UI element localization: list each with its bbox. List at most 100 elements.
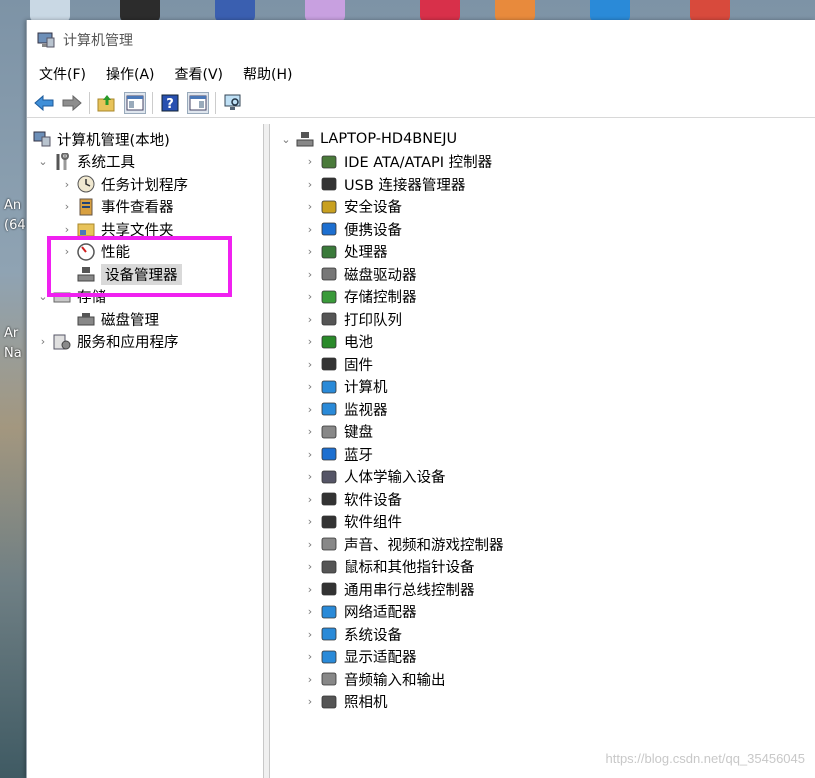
desktop-taskbar-icon[interactable] bbox=[495, 0, 535, 22]
device-category-row[interactable]: › 磁盘驱动器 bbox=[270, 263, 815, 286]
chevron-right-icon[interactable]: › bbox=[304, 335, 316, 348]
tree-item-event-viewer[interactable]: › 事件查看器 bbox=[27, 196, 263, 219]
desktop-icon-label[interactable]: Na bbox=[4, 346, 22, 361]
tree-item-storage[interactable]: ⌄ 存储 bbox=[27, 286, 263, 309]
chevron-right-icon[interactable]: › bbox=[61, 200, 73, 213]
chevron-right-icon[interactable]: › bbox=[304, 605, 316, 618]
chevron-right-icon[interactable]: › bbox=[304, 223, 316, 236]
chevron-right-icon[interactable]: › bbox=[304, 493, 316, 506]
chevron-right-icon[interactable]: › bbox=[304, 448, 316, 461]
device-category-row[interactable]: › USB 连接器管理器 bbox=[270, 173, 815, 196]
device-category-row[interactable]: › 键盘 bbox=[270, 421, 815, 444]
device-category-row[interactable]: › 存储控制器 bbox=[270, 286, 815, 309]
device-category-row[interactable]: › 电池 bbox=[270, 331, 815, 354]
up-level-button[interactable] bbox=[96, 92, 118, 114]
device-category-row[interactable]: › 通用串行总线控制器 bbox=[270, 578, 815, 601]
device-tree-root[interactable]: ⌄ LAPTOP-HD4BNEJU bbox=[270, 128, 815, 151]
device-category-row[interactable]: › 鼠标和其他指针设备 bbox=[270, 556, 815, 579]
chevron-right-icon[interactable]: › bbox=[304, 268, 316, 281]
chevron-right-icon[interactable]: › bbox=[37, 335, 49, 348]
chevron-right-icon[interactable]: › bbox=[304, 695, 316, 708]
tree-item-system-tools[interactable]: ⌄ 系统工具 bbox=[27, 151, 263, 174]
device-category-row[interactable]: › 监视器 bbox=[270, 398, 815, 421]
tree-item-disk-management[interactable]: 磁盘管理 bbox=[27, 308, 263, 331]
monitor-icon bbox=[320, 400, 338, 418]
tree-item-task-scheduler[interactable]: › 任务计划程序 bbox=[27, 173, 263, 196]
device-category-row[interactable]: › 安全设备 bbox=[270, 196, 815, 219]
chevron-right-icon[interactable]: › bbox=[304, 245, 316, 258]
chevron-right-icon[interactable]: › bbox=[304, 650, 316, 663]
back-button[interactable] bbox=[33, 92, 55, 114]
help-button[interactable]: ? bbox=[159, 92, 181, 114]
chevron-right-icon[interactable]: › bbox=[304, 200, 316, 213]
device-category-row[interactable]: › 固件 bbox=[270, 353, 815, 376]
device-category-row[interactable]: › 声音、视频和游戏控制器 bbox=[270, 533, 815, 556]
chevron-right-icon[interactable]: › bbox=[304, 155, 316, 168]
chevron-down-icon[interactable]: ⌄ bbox=[37, 290, 49, 303]
software-device-icon bbox=[320, 490, 338, 508]
chevron-right-icon[interactable]: › bbox=[304, 583, 316, 596]
tree-root[interactable]: 计算机管理(本地) bbox=[27, 128, 263, 151]
chevron-down-icon[interactable]: ⌄ bbox=[280, 133, 292, 146]
device-category-row[interactable]: › 照相机 bbox=[270, 691, 815, 714]
device-category-row[interactable]: › 蓝牙 bbox=[270, 443, 815, 466]
menu-help[interactable]: 帮助(H) bbox=[243, 64, 292, 84]
chevron-right-icon[interactable]: › bbox=[304, 403, 316, 416]
chevron-right-icon[interactable]: › bbox=[304, 470, 316, 483]
desktop-taskbar-icon[interactable] bbox=[305, 0, 345, 22]
desktop-icon-label[interactable]: (64 bbox=[4, 218, 26, 233]
chevron-right-icon[interactable]: › bbox=[61, 178, 73, 191]
menu-view[interactable]: 查看(V) bbox=[175, 64, 224, 84]
desktop-taskbar-icon[interactable] bbox=[120, 0, 160, 22]
chevron-right-icon[interactable]: › bbox=[304, 178, 316, 191]
device-category-row[interactable]: › 软件设备 bbox=[270, 488, 815, 511]
menu-action[interactable]: 操作(A) bbox=[106, 64, 155, 84]
desktop-taskbar-icon[interactable] bbox=[690, 0, 730, 22]
chevron-right-icon[interactable]: › bbox=[304, 425, 316, 438]
chevron-right-icon[interactable]: › bbox=[304, 380, 316, 393]
chevron-right-icon[interactable]: › bbox=[304, 515, 316, 528]
chevron-right-icon[interactable]: › bbox=[304, 560, 316, 573]
device-category-row[interactable]: › 人体学输入设备 bbox=[270, 466, 815, 489]
desktop-taskbar-icon[interactable] bbox=[30, 0, 70, 22]
tree-item-device-manager[interactable]: 设备管理器 bbox=[27, 263, 263, 286]
device-category-row[interactable]: › 便携设备 bbox=[270, 218, 815, 241]
device-category-label: 磁盘驱动器 bbox=[344, 267, 417, 284]
tree-item-performance[interactable]: › 性能 bbox=[27, 241, 263, 264]
scan-hardware-button[interactable] bbox=[222, 92, 244, 114]
device-category-row[interactable]: › 处理器 bbox=[270, 241, 815, 264]
toolbar-separator bbox=[89, 91, 90, 114]
device-category-row[interactable]: › 系统设备 bbox=[270, 623, 815, 646]
chevron-right-icon[interactable]: › bbox=[304, 538, 316, 551]
chevron-right-icon[interactable]: › bbox=[304, 673, 316, 686]
toolbar: ? bbox=[27, 88, 815, 118]
chevron-right-icon[interactable]: › bbox=[61, 223, 73, 236]
chevron-right-icon[interactable]: › bbox=[304, 313, 316, 326]
device-category-row[interactable]: › IDE ATA/ATAPI 控制器 bbox=[270, 151, 815, 174]
device-category-row[interactable]: › 音频输入和输出 bbox=[270, 668, 815, 691]
desktop-taskbar-icon[interactable] bbox=[590, 0, 630, 22]
menu-file[interactable]: 文件(F) bbox=[39, 64, 86, 84]
desktop-icon-label[interactable]: An bbox=[4, 198, 21, 213]
device-category-row[interactable]: › 打印队列 bbox=[270, 308, 815, 331]
device-category-row[interactable]: › 软件组件 bbox=[270, 511, 815, 534]
tree-item-shared-folders[interactable]: › 共享文件夹 bbox=[27, 218, 263, 241]
desktop-taskbar-icon[interactable] bbox=[420, 0, 460, 22]
desktop-taskbar-icon[interactable] bbox=[215, 0, 255, 22]
chevron-down-icon[interactable]: ⌄ bbox=[37, 155, 49, 168]
show-hide-console-tree-button[interactable] bbox=[124, 91, 146, 114]
title-bar[interactable]: 计算机管理 bbox=[27, 20, 815, 60]
device-category-row[interactable]: › 计算机 bbox=[270, 376, 815, 399]
desktop-icon-label[interactable]: Ar bbox=[4, 326, 18, 341]
forward-arrow-icon bbox=[62, 94, 82, 111]
forward-button[interactable] bbox=[61, 92, 83, 114]
device-category-row[interactable]: › 网络适配器 bbox=[270, 601, 815, 624]
show-hide-action-pane-button[interactable] bbox=[187, 91, 209, 114]
chevron-right-icon[interactable]: › bbox=[304, 290, 316, 303]
device-category-row[interactable]: › 显示适配器 bbox=[270, 646, 815, 669]
chevron-right-icon[interactable]: › bbox=[304, 358, 316, 371]
tree-item-services-applications[interactable]: › 服务和应用程序 bbox=[27, 331, 263, 354]
chevron-right-icon[interactable]: › bbox=[61, 245, 73, 258]
toolbar-separator bbox=[152, 91, 153, 114]
chevron-right-icon[interactable]: › bbox=[304, 628, 316, 641]
